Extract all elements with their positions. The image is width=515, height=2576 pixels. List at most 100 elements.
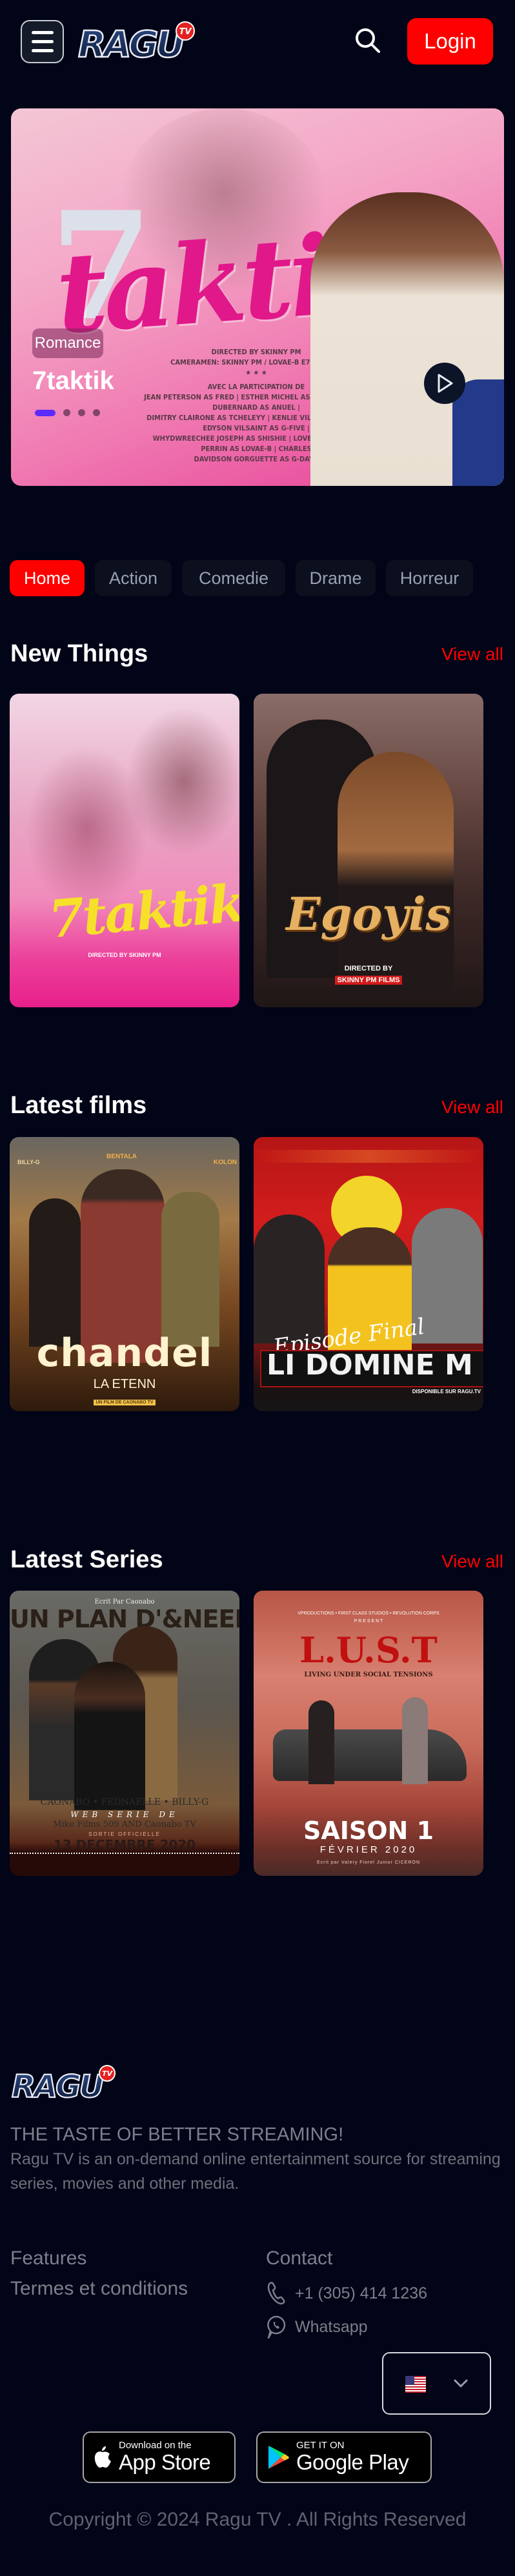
language-selector[interactable]: [382, 2352, 491, 2415]
carousel-dot[interactable]: [63, 409, 70, 416]
poster-figure: [126, 707, 239, 855]
poster-cast: CAONABO • FEDNAELLE • BILLY-G: [40, 1797, 209, 1807]
footer-logo-text: RAGU: [12, 2069, 104, 2104]
movie-card[interactable]: Egoyis DIRECTED BY SKINNY PM FILMS: [254, 694, 483, 1007]
poster-studio-wrap: SKINNY PM FILMS: [254, 974, 483, 985]
movie-card[interactable]: Episode Final LI DOMINE M DISPONIBLE SUR…: [254, 1137, 483, 1411]
contact-whatsapp[interactable]: Whatsapp: [267, 2313, 368, 2340]
poster-line: Mike Films 509 AND Caonabo TV: [53, 1820, 196, 1829]
poster-figure: [161, 1192, 219, 1347]
genre-badge: Romance: [32, 328, 103, 358]
poster-car: [273, 1729, 467, 1781]
poster-title-art: Egoyis: [286, 887, 451, 941]
contact-phone[interactable]: +1 (305) 414 1236: [267, 2281, 427, 2306]
us-flag-icon: [405, 2375, 426, 2393]
carousel-dot-active[interactable]: [35, 409, 56, 416]
category-tabs: Home Action Comedie Drame Horreur: [10, 560, 473, 596]
poster-top-text: VPRODUCTIONS • FIRST CLASS STUDIOS • REV…: [298, 1611, 439, 1616]
header: RAGU TV Login: [0, 0, 515, 97]
poster-figure: [254, 1214, 325, 1343]
footer-logo[interactable]: RAGU TV: [8, 2064, 117, 2104]
poster-credit: DIRECTED BY SKINNY PM: [88, 952, 161, 958]
hero-title[interactable]: 7taktik: [32, 367, 114, 396]
section-title-latest-series: Latest Series: [10, 1546, 163, 1573]
poster-figure: [308, 1700, 334, 1784]
carousel-indicators: [35, 409, 100, 416]
phone-icon: [267, 2282, 285, 2305]
hamburger-line: [31, 40, 54, 43]
login-button[interactable]: Login: [407, 18, 493, 65]
poster-subtitle: LA ETENN: [93, 1377, 156, 1391]
series-card[interactable]: VPRODUCTIONS • FIRST CLASS STUDIOS • REV…: [254, 1591, 483, 1876]
logo-text: RAGU: [78, 24, 185, 65]
poster-figure: [338, 752, 454, 997]
logo-tv-text: TV: [179, 27, 192, 37]
google-play-badge[interactable]: GET IT ON Google Play: [256, 2431, 432, 2483]
poster-cast-name: BENTALA: [106, 1153, 137, 1160]
carousel-dot[interactable]: [93, 409, 100, 416]
footer-link-terms[interactable]: Termes et conditions: [10, 2278, 188, 2300]
chevron-down-icon: [454, 2379, 468, 2387]
series-card[interactable]: Ecrit Par Caonabo UN PLAN D'&NEER CAONAB…: [10, 1591, 239, 1876]
section-title-latest-films: Latest films: [10, 1092, 147, 1119]
section-title-new-things: New Things: [10, 640, 148, 667]
poster-divider: [10, 1853, 239, 1854]
menu-button[interactable]: [21, 20, 64, 63]
poster-credit: DISPONIBLE SUR RAGU.TV: [412, 1389, 481, 1394]
hamburger-line: [31, 49, 54, 52]
footer-logo-tv-text: TV: [102, 2069, 114, 2078]
footer-description: Ragu TV is an on-demand online entertain…: [10, 2150, 501, 2193]
poster-season: SAISON 1: [303, 1816, 434, 1845]
poster-credit: UN FILM DE CAONABO TV: [94, 1400, 156, 1405]
poster-header-band: [254, 1150, 483, 1163]
play-button[interactable]: [424, 363, 465, 404]
tab-comedie[interactable]: Comedie: [182, 560, 285, 596]
phone-number: +1 (305) 414 1236: [295, 2284, 428, 2302]
app-store-text: Download on the App Store: [119, 2440, 211, 2474]
poster-title-art: L.U.S.T: [299, 1629, 438, 1671]
poster-line: WEB SERIE DE: [70, 1810, 179, 1819]
poster-figure: [402, 1697, 428, 1784]
hamburger-menu-icon: [31, 31, 54, 34]
google-play-small: GET IT ON: [296, 2440, 345, 2451]
footer-link-features[interactable]: Features: [10, 2248, 86, 2269]
poster-title-art: UN PLAN D'&NEER: [10, 1605, 239, 1633]
tab-action[interactable]: Action: [95, 560, 172, 596]
poster-credit-wrap: UN FILM DE CAONABO TV: [10, 1395, 239, 1407]
movie-card[interactable]: BILLY-G BENTALA KOLON chandel LA ETENN U…: [10, 1137, 239, 1411]
poster-figure: [74, 1662, 145, 1810]
view-all-latest-films[interactable]: View all: [441, 1097, 503, 1118]
tab-drame[interactable]: Drame: [296, 560, 376, 596]
tab-horreur[interactable]: Horreur: [386, 560, 473, 596]
google-play-big: Google Play: [296, 2450, 409, 2474]
poster-date: 13 DECEMBRE 2020: [53, 1837, 196, 1853]
copyright: Copyright © 2024 Ragu TV . All Rights Re…: [48, 2509, 467, 2530]
ragu-tv-logo[interactable]: RAGU TV: [74, 19, 203, 65]
poster-line: SORTIE OFFICIELLE: [88, 1831, 161, 1837]
search-icon[interactable]: [352, 25, 384, 57]
footer-tagline: THE TASTE OF BETTER STREAMING!: [10, 2124, 344, 2145]
app-store-badge[interactable]: Download on the App Store: [83, 2431, 236, 2483]
hero-carousel[interactable]: 7 taktik DIRECTED BY SKINNY PM CAMERAMEN…: [11, 108, 504, 486]
poster-credit: DIRECTED BY: [344, 965, 393, 972]
poster-date: FÉVRIER 2020: [319, 1844, 418, 1855]
poster-present: P R E S E N T: [354, 1619, 383, 1624]
poster-studio: SKINNY PM FILMS: [334, 976, 403, 985]
movie-card[interactable]: 7taktik DIRECTED BY SKINNY PM: [10, 694, 239, 1007]
poster-figure: [29, 1198, 81, 1347]
whatsapp-label: Whatsapp: [295, 2317, 368, 2336]
poster-title-art: LI DOMINE M: [267, 1349, 473, 1382]
poster-cast-name: KOLON: [213, 1159, 237, 1166]
poster-credit: Ecrit par Valery Fiorel Junior CICERON: [316, 1860, 420, 1865]
app-store-small: Download on the: [119, 2440, 192, 2451]
view-all-latest-series[interactable]: View all: [441, 1551, 503, 1572]
poster-title-art: chandel: [36, 1331, 213, 1376]
poster-subtitle: LIVING UNDER SOCIAL TENSIONS: [304, 1671, 433, 1678]
carousel-dot[interactable]: [78, 409, 85, 416]
apple-icon: [94, 2446, 111, 2468]
footer-contact-title: Contact: [266, 2248, 333, 2269]
google-play-icon: [268, 2446, 289, 2469]
view-all-new-things[interactable]: View all: [441, 644, 503, 665]
poster-cast-name: BILLY-G: [17, 1159, 40, 1165]
tab-home[interactable]: Home: [10, 560, 85, 596]
